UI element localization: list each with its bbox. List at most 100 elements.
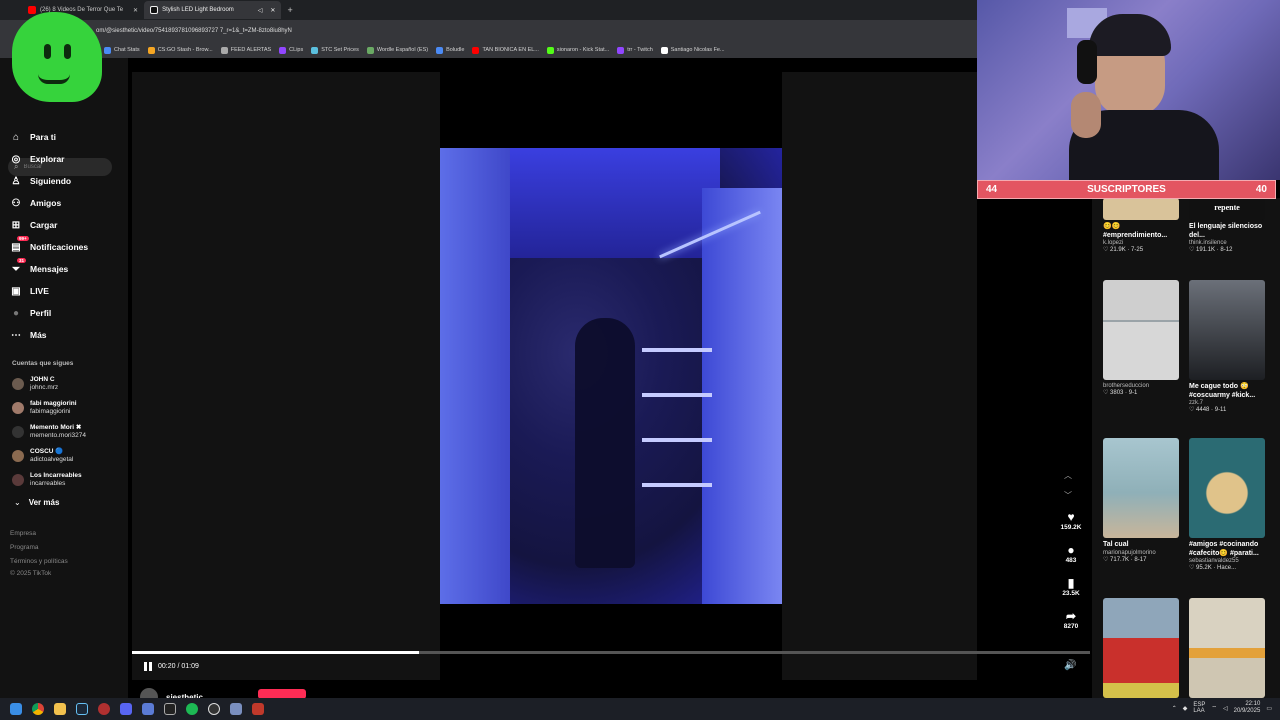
game-icon[interactable] (230, 703, 242, 715)
chevron-down-icon[interactable]: ﹀ (1064, 490, 1072, 501)
bookmark-wordle[interactable]: Wordle Español (ES) (366, 46, 428, 54)
footer-link-programa[interactable]: Programa (10, 544, 39, 551)
rec-card[interactable]: brotherseduccion ♡ 3803 · 9-1 (1103, 280, 1179, 396)
rec-card[interactable]: repente El lenguaje silencioso del... th… (1189, 198, 1265, 253)
live-icon: ▣ (11, 285, 21, 297)
speaker-icon[interactable]: ◁ (1223, 705, 1228, 712)
video-time: 00:20 / 01:09 (158, 663, 199, 670)
rec-card[interactable]: Me cague todo 😳 #coscuarmy #kick... zzk.… (1189, 280, 1265, 413)
sidebar-item-cargar[interactable]: ⊞ Cargar (10, 219, 58, 231)
new-tab-button[interactable]: + (281, 1, 298, 19)
calculator-icon[interactable] (252, 703, 264, 715)
terminal-icon[interactable] (164, 703, 176, 715)
message-icon: ⏷ 31 (12, 258, 27, 275)
pause-button[interactable] (143, 661, 153, 672)
rec-thumbnail (1189, 280, 1265, 380)
sidebar: ⌕ ⌂ Para ti ◎ Explorar ♙ Siguiendo ⚇ Ami… (0, 58, 128, 698)
avatar (12, 449, 24, 462)
bookmark-icon (617, 46, 625, 54)
mascot-eye (44, 44, 51, 59)
sidebar-item-mensajes[interactable]: ⏷ 31 Mensajes (10, 258, 68, 275)
clock[interactable]: 22:10 20/9/2025 (1234, 701, 1261, 715)
sidebar-item-para-ti[interactable]: ⌂ Para ti (10, 131, 56, 143)
following-accounts-title: Cuentas que sigues (12, 360, 74, 367)
rec-thumbnail (1189, 598, 1265, 698)
home-icon: ⌂ (12, 131, 20, 143)
comment-button[interactable]: ● 483 (1057, 543, 1085, 564)
sidebar-item-notificaciones[interactable]: ▤ 99+ Notificaciones (10, 236, 88, 253)
comment-count: 483 (1065, 557, 1077, 564)
tab-tiktok[interactable]: Stylish LED Light Bedroom ◁ ✕ (144, 1, 282, 19)
bookmark-csgo-stash[interactable]: CS:GO Stash - Brow... (147, 46, 213, 54)
heart-icon: ♥ (1067, 510, 1075, 524)
folder-icon[interactable] (54, 703, 66, 715)
sidebar-item-siguiendo[interactable]: ♙ Siguiendo (10, 175, 72, 187)
video-player[interactable] (440, 148, 782, 604)
footer-link-terminos[interactable]: Términos y políticas (10, 558, 68, 565)
chrome-icon[interactable] (32, 703, 44, 715)
bookmark-tan-bionica[interactable]: TAN BIONICA EN EL... (472, 46, 539, 54)
sidebar-item-label: Explorar (30, 154, 65, 164)
lang-indicator[interactable]: ESP LAA (1193, 702, 1205, 714)
sidebar-item-label: Más (30, 330, 47, 340)
like-button[interactable]: ♥ 159.2K (1057, 510, 1085, 531)
discord-icon[interactable] (120, 703, 132, 715)
rec-card[interactable]: #amigos #cocinando #cafecito😊 #parati...… (1189, 438, 1265, 571)
bookmark-twitch[interactable]: trr - Twitch (617, 46, 653, 54)
sidebar-item-amigos[interactable]: ⚇ Amigos (10, 197, 62, 209)
steam-icon[interactable] (76, 703, 88, 715)
save-button[interactable]: ▮ 23.5K (1057, 576, 1085, 597)
account-item[interactable]: JOHN Cjohnc.mrz (12, 376, 58, 391)
account-item[interactable]: Memento Mori ✖ memento.mori3274 (12, 424, 86, 439)
dropbox-icon[interactable]: ◆ (1183, 705, 1188, 712)
mascot-mouth (38, 74, 70, 84)
close-icon[interactable]: ✕ (270, 7, 275, 14)
account-item[interactable]: Los Incarreables incarreables (12, 472, 82, 487)
footer-link-empresa[interactable]: Empresa (10, 530, 36, 537)
speaker-icon[interactable]: ◁ (258, 7, 263, 14)
bookmark-stc-set-prices[interactable]: STC Set Prices (311, 46, 359, 54)
bookmark-boludle[interactable]: Boludle (436, 46, 464, 54)
close-icon[interactable]: ✕ (133, 7, 138, 14)
notification-icon[interactable]: ▭ (1266, 705, 1272, 712)
bookmark-santiago[interactable]: Santiago Nicolas Fe... (660, 46, 725, 54)
bookmark-clips[interactable]: CLips (279, 46, 303, 54)
rec-card[interactable]: Tal cual marionapujolmorino ♡ 717.7K · 8… (1103, 438, 1179, 563)
chevron-up-icon[interactable]: ⌃ (1172, 705, 1177, 712)
app-icon[interactable] (98, 703, 110, 715)
bookmark-icon (546, 46, 554, 54)
spotify-icon[interactable] (186, 703, 198, 715)
bookmark-kick-stats[interactable]: sionaron - Kick Stat... (546, 46, 609, 54)
obs-icon[interactable] (208, 703, 220, 715)
video-shelf (642, 483, 712, 487)
volume-icon[interactable]: 🔊 (1064, 660, 1076, 671)
chevron-up-icon[interactable]: ︿ (1064, 470, 1072, 481)
address-bar[interactable]: om/@siesthetic/video/7541893781096893727… (0, 20, 977, 42)
bookmark-icon: ▮ (1067, 576, 1075, 590)
headset-icon (1077, 40, 1097, 84)
bookmark-icon (311, 46, 319, 54)
sidebar-item-explorar[interactable]: ◎ Explorar (10, 153, 65, 165)
account-item[interactable]: COSCU 🔵 adictoalvegetal (12, 448, 73, 463)
sidebar-item-mas[interactable]: ⋯ Más (10, 329, 47, 341)
sidebar-item-label: Amigos (30, 198, 62, 208)
progress-bar[interactable] (132, 651, 1090, 654)
sidebar-item-live[interactable]: ▣ LIVE (10, 285, 49, 297)
monitor-icon[interactable] (142, 703, 154, 715)
bookmark-icon (279, 46, 287, 54)
wifi-icon[interactable]: ⌔ (1211, 704, 1217, 712)
share-button[interactable]: ➦ 8270 (1057, 609, 1085, 630)
comment-icon: ● (1067, 543, 1075, 557)
rec-card[interactable] (1189, 598, 1265, 698)
rec-thumbnail (1103, 280, 1179, 380)
rec-card[interactable] (1103, 598, 1179, 698)
see-more-button[interactable]: ⌄ Ver más (14, 498, 59, 507)
sidebar-item-perfil[interactable]: ● Perfil (10, 307, 51, 319)
share-count: 8270 (1063, 623, 1079, 630)
account-item[interactable]: fabi maggiorini fabimaggiorini (12, 400, 77, 415)
bookmark-feed-alertas[interactable]: FEED ALERTAS (220, 46, 271, 54)
rec-card[interactable]: 😊😊 #emprendimiento... k.lopezi ♡ 21.9K ·… (1103, 198, 1179, 253)
recommendations-panel: 😊😊 #emprendimiento... k.lopezi ♡ 21.9K ·… (1092, 198, 1280, 698)
bookmark-chat-stats[interactable]: Chat Stats (104, 46, 140, 54)
windows-start-icon[interactable] (10, 703, 22, 715)
